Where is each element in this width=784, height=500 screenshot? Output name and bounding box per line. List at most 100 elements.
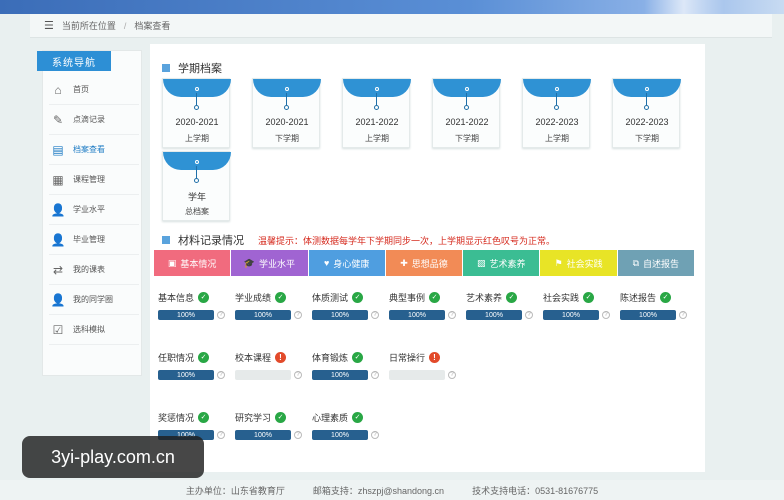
- help-icon[interactable]: ?: [371, 431, 379, 439]
- footer: 主办单位：山东省教育厅 邮箱支持：zhszpj@shandong.cn 技术支持…: [0, 480, 784, 500]
- menu-icon[interactable]: ☰: [44, 19, 54, 32]
- check-icon: ✓: [198, 351, 210, 363]
- progress-fill: 100%: [312, 310, 368, 320]
- help-icon[interactable]: ?: [217, 311, 225, 319]
- sidebar-item[interactable]: ▦ 课程管理: [49, 165, 139, 195]
- check-icon: ✓: [198, 411, 210, 423]
- record-name: 日常操行: [389, 352, 426, 363]
- help-icon[interactable]: ?: [448, 371, 456, 379]
- help-icon[interactable]: ?: [294, 311, 302, 319]
- help-icon[interactable]: ?: [294, 431, 302, 439]
- check-icon: ✓: [275, 291, 287, 303]
- record-item[interactable]: 体育锻炼 ✓ 100%?: [312, 350, 382, 390]
- help-icon[interactable]: ?: [217, 371, 225, 379]
- sidebar-item[interactable]: ☑ 选科模拟: [49, 315, 139, 345]
- sidebar-item[interactable]: 👤 我的同学圈: [49, 285, 139, 315]
- record-item[interactable]: 日常操行!?: [389, 350, 459, 390]
- term-card[interactable]: 2021-2022 上学期: [342, 78, 411, 148]
- term-half: 上学期: [365, 134, 389, 143]
- record-label: 体质测试 ✓: [312, 290, 382, 304]
- check-icon: ✓: [198, 291, 210, 303]
- tab-label: 自述报告: [643, 258, 680, 269]
- category-tab[interactable]: 🎓 学业水平: [231, 250, 308, 276]
- sidebar-item[interactable]: ⇄ 我的课表: [49, 255, 139, 285]
- help-icon[interactable]: ?: [294, 371, 302, 379]
- folder-clasp-icon: [375, 87, 379, 91]
- help-icon[interactable]: ?: [371, 371, 379, 379]
- check-icon: ✓: [352, 411, 364, 423]
- record-item[interactable]: 校本课程!?: [235, 350, 305, 390]
- folder-button-icon: [284, 105, 289, 110]
- footer-phone: 技术支持电话：0531-81676775: [472, 485, 599, 496]
- sidebar-item[interactable]: 👤 毕业管理: [49, 225, 139, 255]
- term-half: 下学期: [635, 134, 659, 143]
- clipboard-icon: ☑: [52, 322, 64, 337]
- term-card[interactable]: 2022-2023 上学期: [522, 78, 591, 148]
- help-icon[interactable]: ?: [602, 311, 610, 319]
- term-year: 2021-2022: [445, 117, 489, 127]
- record-label: 陈述报告 ✓: [620, 290, 690, 304]
- check-icon: ✓: [506, 291, 518, 303]
- record-item[interactable]: 艺术素养 ✓ 100%?: [466, 290, 536, 330]
- progress-fill: 100%: [158, 370, 214, 380]
- breadcrumb-current[interactable]: 档案查看: [134, 19, 170, 32]
- tab-icon: ⧉: [632, 257, 640, 268]
- record-item[interactable]: 研究学习 ✓ 100%?: [235, 410, 305, 450]
- sidebar-item[interactable]: ▤ 档案查看: [49, 135, 139, 165]
- term-card[interactable]: 2020-2021 上学期: [162, 78, 231, 148]
- category-tab[interactable]: ▨ 艺术素养: [463, 250, 540, 276]
- record-item[interactable]: 心理素质 ✓ 100%?: [312, 410, 382, 450]
- progress-fill: 100%: [466, 310, 522, 320]
- record-item[interactable]: 陈述报告 ✓ 100%?: [620, 290, 690, 330]
- help-icon[interactable]: ?: [448, 311, 456, 319]
- category-tab[interactable]: ✚ 思想品德: [385, 250, 463, 276]
- help-icon[interactable]: ?: [679, 311, 687, 319]
- sidebar-item-label: 我的课表: [73, 265, 105, 274]
- record-label: 心理素质 ✓: [312, 410, 382, 424]
- category-tab[interactable]: ⚑ 社会实践: [540, 250, 617, 276]
- top-banner: [0, 0, 784, 14]
- sidebar-item[interactable]: ⌂ 首页: [49, 75, 139, 105]
- category-tab[interactable]: ♥ 身心健康: [308, 250, 385, 276]
- category-tab[interactable]: ▣ 基本情况: [154, 250, 231, 276]
- sidebar-item[interactable]: ✎ 点滴记录: [49, 105, 139, 135]
- check-icon: ✓: [275, 411, 287, 423]
- term-year: 2022-2023: [625, 117, 669, 127]
- record-label: 研究学习 ✓: [235, 410, 305, 424]
- help-icon[interactable]: ?: [217, 431, 225, 439]
- sidebar-item-label: 点滴记录: [73, 115, 105, 124]
- term-card[interactable]: 2021-2022 下学期: [432, 78, 501, 148]
- record-name: 体育锻炼: [312, 352, 349, 363]
- record-name: 艺术素养: [466, 292, 503, 303]
- record-item[interactable]: 体质测试 ✓ 100%?: [312, 290, 382, 330]
- record-name: 基本信息: [158, 292, 195, 303]
- help-icon[interactable]: ?: [371, 311, 379, 319]
- help-icon[interactable]: ?: [525, 311, 533, 319]
- term-card[interactable]: 2022-2023 下学期: [612, 78, 681, 148]
- record-name: 陈述报告: [620, 292, 657, 303]
- record-item[interactable]: 任职情况 ✓ 100%?: [158, 350, 228, 390]
- tab-icon: ♥: [324, 258, 330, 268]
- record-name: 社会实践: [543, 292, 580, 303]
- section-marker: [162, 236, 170, 244]
- record-item[interactable]: 社会实践 ✓ 100%?: [543, 290, 613, 330]
- record-item[interactable]: 典型事例 ✓ 100%?: [389, 290, 459, 330]
- progress-fill: 100%: [389, 310, 445, 320]
- record-item[interactable]: 基本信息 ✓ 100%?: [158, 290, 228, 330]
- sidebar-item[interactable]: 👤 学业水平: [49, 195, 139, 225]
- record-item[interactable]: 学业成绩 ✓ 100%?: [235, 290, 305, 330]
- folder-clasp-icon: [465, 87, 469, 91]
- record-label: 奖惩情况 ✓: [158, 410, 228, 424]
- records-header: 材料记录情况 温馨提示：体测数据每学年下学期同步一次，上学期显示红色叹号为正常。: [162, 232, 555, 248]
- footer-email: 邮箱支持：zhszpj@shandong.cn: [312, 485, 445, 496]
- term-card[interactable]: 学年 总档案: [162, 151, 231, 221]
- sidebar-list: ⌂ 首页 ✎ 点滴记录 ▤ 档案查看 ▦ 课程管理 👤 学业水平 👤 毕业管理 ⇄ 我的课表 👤 我的同学圈 ☑…: [49, 75, 139, 345]
- sidebar-item-label: 毕业管理: [73, 235, 105, 244]
- term-card[interactable]: 2020-2021 下学期: [252, 78, 321, 148]
- term-half: 总档案: [185, 207, 209, 216]
- category-tab[interactable]: ⧉ 自述报告: [617, 250, 694, 276]
- graduate-icon: 👤: [50, 232, 66, 247]
- record-name: 任职情况: [158, 352, 195, 363]
- folder-string: [196, 93, 197, 105]
- record-label: 基本信息 ✓: [158, 290, 228, 304]
